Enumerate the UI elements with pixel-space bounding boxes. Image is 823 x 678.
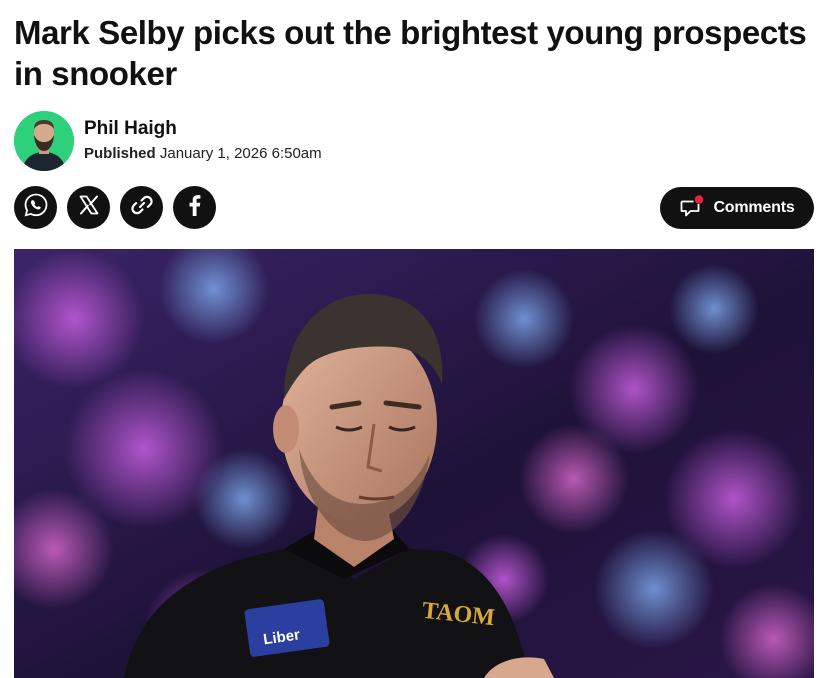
published-date: January 1, 2026 6:50am bbox=[159, 145, 322, 162]
share-buttons bbox=[14, 186, 216, 229]
author-info: Phil Haigh Published January 1, 2026 6:5… bbox=[84, 117, 322, 165]
comments-button[interactable]: Comments bbox=[660, 187, 814, 229]
copy-link-button[interactable] bbox=[120, 186, 163, 229]
author-name[interactable]: Phil Haigh bbox=[84, 117, 322, 141]
whatsapp-icon bbox=[23, 192, 49, 223]
facebook-share-button[interactable] bbox=[173, 186, 216, 229]
published-label: Published bbox=[84, 145, 156, 162]
comment-bubble-icon bbox=[679, 194, 705, 223]
article-page: Mark Selby picks out the brightest young… bbox=[0, 0, 823, 678]
hero-image[interactable]: Liber TAOM bbox=[14, 249, 814, 678]
comments-label: Comments bbox=[713, 199, 795, 216]
byline: Phil Haigh Published January 1, 2026 6:5… bbox=[14, 110, 322, 172]
article-headline: Mark Selby picks out the brightest young… bbox=[14, 14, 807, 92]
facebook-icon bbox=[184, 193, 206, 222]
published-line: Published January 1, 2026 6:50am bbox=[84, 143, 322, 165]
x-icon bbox=[78, 194, 100, 221]
author-avatar[interactable] bbox=[14, 111, 74, 171]
x-share-button[interactable] bbox=[67, 186, 110, 229]
whatsapp-share-button[interactable] bbox=[14, 186, 57, 229]
link-icon bbox=[130, 193, 154, 222]
